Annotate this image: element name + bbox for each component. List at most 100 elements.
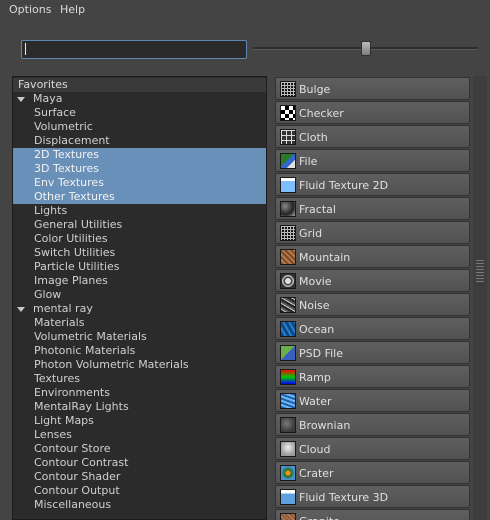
tree-item-label: Photonic Materials <box>34 344 136 357</box>
node-button-fluid-texture-2d[interactable]: Fluid Texture 2D <box>275 173 470 196</box>
node-button-cloud[interactable]: Cloud <box>275 437 470 460</box>
tree-item-label: Maya <box>33 92 63 105</box>
tree-item-mentalray-lights[interactable]: MentalRay Lights <box>13 400 266 414</box>
tree-item-other-textures[interactable]: Other Textures <box>13 190 266 204</box>
tree-item-photonic-materials[interactable]: Photonic Materials <box>13 344 266 358</box>
node-button-movie[interactable]: Movie <box>275 269 470 292</box>
checker-icon <box>280 105 296 121</box>
tree-item-materials[interactable]: Materials <box>13 316 266 330</box>
node-button-label: Granite <box>299 515 340 520</box>
tree-item-photon-volumetric-materials[interactable]: Photon Volumetric Materials <box>13 358 266 372</box>
node-button-label: Crater <box>299 467 334 480</box>
tree-group-favorites[interactable]: Favorites <box>13 78 266 92</box>
node-button-noise[interactable]: Noise <box>275 293 470 316</box>
tree-item-label: Contour Output <box>34 484 120 497</box>
menu-options[interactable]: Options <box>9 3 51 16</box>
tree-item-general-utilities[interactable]: General Utilities <box>13 218 266 232</box>
fluid-texture-2d-icon <box>280 177 296 193</box>
node-button-label: Ocean <box>299 323 335 336</box>
tree-item-env-textures[interactable]: Env Textures <box>13 176 266 190</box>
tree-item-volumetric-materials[interactable]: Volumetric Materials <box>13 330 266 344</box>
tree-item-particle-utilities[interactable]: Particle Utilities <box>13 260 266 274</box>
menu-help[interactable]: Help <box>60 3 85 16</box>
expand-arrow-icon[interactable] <box>17 307 25 312</box>
cloth-icon <box>280 129 296 145</box>
tree-item-contour-shader[interactable]: Contour Shader <box>13 470 266 484</box>
tree-item-contour-contrast[interactable]: Contour Contrast <box>13 456 266 470</box>
tree-item-label: Env Textures <box>34 176 104 189</box>
tree-item-label: General Utilities <box>34 218 123 231</box>
category-tree: Favorites Maya Surface Volumetric Displaceme… <box>12 76 267 520</box>
tree-item-surface[interactable]: Surface <box>13 106 266 120</box>
tree-item-label: Volumetric <box>34 120 93 133</box>
node-list: Bulge Checker Cloth File Fluid Texture 2D Fra… <box>273 76 472 520</box>
tree-item-2d-textures[interactable]: 2D Textures <box>13 148 266 162</box>
ocean-icon <box>280 321 296 337</box>
search-input[interactable] <box>21 40 247 59</box>
tree-item-miscellaneous[interactable]: Miscellaneous <box>13 498 266 512</box>
node-button-ocean[interactable]: Ocean <box>275 317 470 340</box>
tree-item-glow[interactable]: Glow <box>13 288 266 302</box>
tree-item-textures[interactable]: Textures <box>13 372 266 386</box>
node-button-label: Cloud <box>299 443 331 456</box>
node-button-file[interactable]: File <box>275 149 470 172</box>
tree-item-label: Color Utilities <box>34 232 108 245</box>
fluid-texture-3d-icon <box>280 489 296 505</box>
tree-item-label: Glow <box>34 288 62 301</box>
tree-item-lights[interactable]: Lights <box>13 204 266 218</box>
tree-item-label: Other Textures <box>34 190 115 203</box>
scrollbar-grip[interactable] <box>476 260 484 282</box>
tree-item-label: Image Planes <box>34 274 108 287</box>
node-button-label: Grid <box>299 227 323 240</box>
node-button-label: Noise <box>299 299 330 312</box>
tree-item-label: Photon Volumetric Materials <box>34 358 189 371</box>
tree-item-contour-output[interactable]: Contour Output <box>13 484 266 498</box>
node-button-mountain[interactable]: Mountain <box>275 245 470 268</box>
tree-item-contour-store[interactable]: Contour Store <box>13 442 266 456</box>
node-button-label: Fluid Texture 3D <box>299 491 389 504</box>
tree-item-3d-textures[interactable]: 3D Textures <box>13 162 266 176</box>
node-button-label: Water <box>299 395 332 408</box>
tree-item-label: Contour Shader <box>34 470 121 483</box>
node-button-crater[interactable]: Crater <box>275 461 470 484</box>
node-button-water[interactable]: Water <box>275 389 470 412</box>
tree-item-light-maps[interactable]: Light Maps <box>13 414 266 428</box>
tree-item-label: Lenses <box>34 428 72 441</box>
tree-item-displacement[interactable]: Displacement <box>13 134 266 148</box>
bulge-icon <box>280 81 296 97</box>
node-button-checker[interactable]: Checker <box>275 101 470 124</box>
fractal-icon <box>280 201 296 217</box>
tree-group-maya[interactable]: Maya <box>13 92 266 106</box>
tree-group-mental-ray[interactable]: mental ray <box>13 302 266 316</box>
node-button-fluid-texture-3d[interactable]: Fluid Texture 3D <box>275 485 470 508</box>
cloud-icon <box>280 441 296 457</box>
tree-item-volumetric[interactable]: Volumetric <box>13 120 266 134</box>
icon-size-slider-handle[interactable] <box>360 41 371 56</box>
tree-item-environments[interactable]: Environments <box>13 386 266 400</box>
tree-item-lenses[interactable]: Lenses <box>13 428 266 442</box>
brownian-icon <box>280 417 296 433</box>
node-button-bulge[interactable]: Bulge <box>275 77 470 100</box>
node-button-grid[interactable]: Grid <box>275 221 470 244</box>
node-button-label: Fluid Texture 2D <box>299 179 389 192</box>
node-button-granite[interactable]: Granite <box>275 509 470 520</box>
expand-arrow-icon[interactable] <box>17 97 25 102</box>
tree-item-image-planes[interactable]: Image Planes <box>13 274 266 288</box>
node-button-ramp[interactable]: Ramp <box>275 365 470 388</box>
node-button-psd-file[interactable]: PSD File <box>275 341 470 364</box>
tree-item-label: Displacement <box>34 134 110 147</box>
node-button-cloth[interactable]: Cloth <box>275 125 470 148</box>
tree-item-label: Miscellaneous <box>34 498 112 511</box>
psd-file-icon <box>280 345 296 361</box>
tree-item-switch-utilities[interactable]: Switch Utilities <box>13 246 266 260</box>
tree-item-color-utilities[interactable]: Color Utilities <box>13 232 266 246</box>
tree-item-label: 2D Textures <box>34 148 99 161</box>
noise-icon <box>280 297 296 313</box>
file-icon <box>280 153 296 169</box>
tree-item-label: Particle Utilities <box>34 260 120 273</box>
node-list-scrollbar[interactable] <box>473 76 487 520</box>
node-button-fractal[interactable]: Fractal <box>275 197 470 220</box>
node-button-brownian[interactable]: Brownian <box>275 413 470 436</box>
tree-item-label: Contour Contrast <box>34 456 129 469</box>
node-button-label: Ramp <box>299 371 331 384</box>
